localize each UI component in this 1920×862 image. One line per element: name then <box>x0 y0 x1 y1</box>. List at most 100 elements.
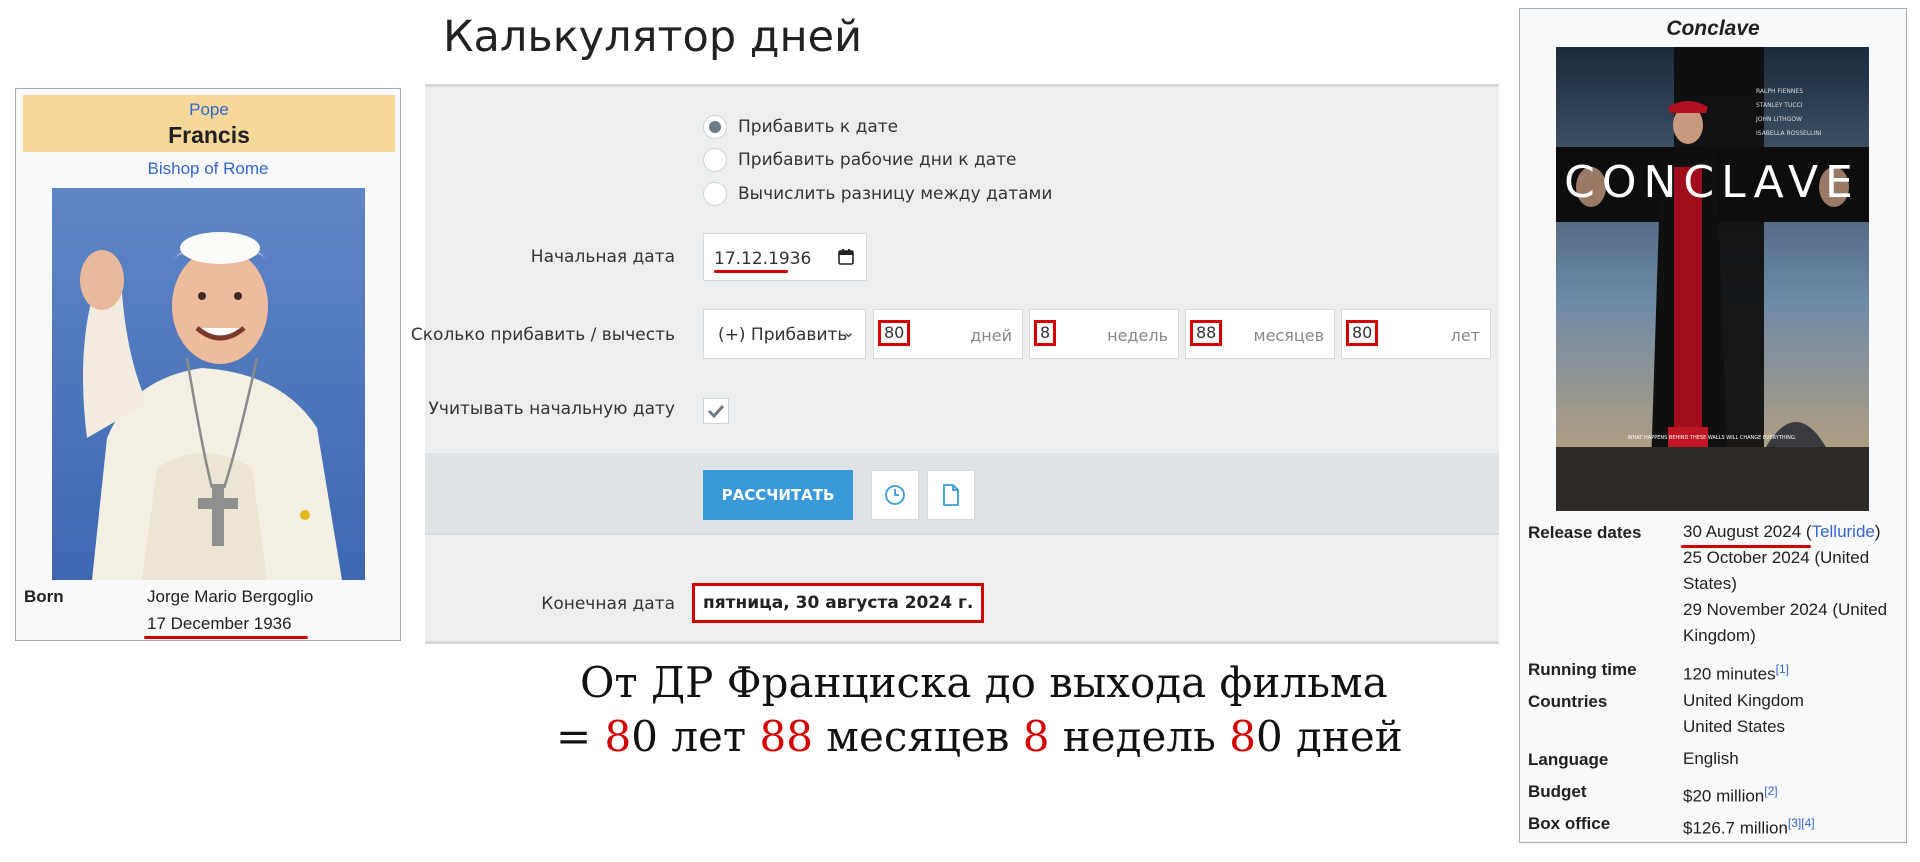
history-button[interactable] <box>871 470 919 520</box>
pope-see-link[interactable]: Bishop of Rome <box>16 159 400 179</box>
caption-line-1: От ДР Франциска до выхода фильма <box>580 658 1388 707</box>
born-name: Jorge Mario Bergoglio <box>147 587 314 606</box>
release-dates-label: Release dates <box>1528 523 1642 542</box>
chevron-down-icon: ⌄ <box>842 323 855 341</box>
reference-link[interactable]: [3][4] <box>1788 816 1815 830</box>
release-date-underline <box>1681 545 1811 548</box>
born-date-underline <box>144 636 308 639</box>
caption-line-2: = 80 лет 88 месяцев 8 недель 80 дней <box>556 712 1403 761</box>
country-item: United Kingdom <box>1683 691 1804 710</box>
poster-cast: STANLEY TUCCI <box>1756 102 1803 109</box>
export-button[interactable] <box>927 470 975 520</box>
start-date-input[interactable]: 17.12.1936 <box>703 233 867 281</box>
caption-part: 0 дней <box>1255 712 1403 761</box>
caption-digit-highlight: 88 <box>759 712 813 761</box>
country-item: United States <box>1683 717 1786 736</box>
pope-portrait-image <box>52 188 365 580</box>
days-field[interactable]: 80 дней <box>873 309 1023 359</box>
poster-title: CONCLAVE <box>1564 157 1860 208</box>
years-value: 80 <box>1346 320 1379 346</box>
born-date: 17 December 1936 <box>147 614 292 633</box>
mode-label: Прибавить рабочие дни к дате <box>738 150 1017 170</box>
pope-office-link[interactable]: Pope <box>23 95 395 120</box>
box-office-label: Box office <box>1528 814 1611 833</box>
film-infobox: Conclave CONCLAVE RALPH FIENNES STANLEY … <box>1519 8 1907 843</box>
divider <box>425 533 1499 535</box>
action-bar: РАССЧИТАТЬ <box>425 453 1499 533</box>
months-value: 88 <box>1190 320 1223 346</box>
caption-digit-highlight: 8 <box>604 712 632 761</box>
poster-cast: ISABELLA ROSSELLINI <box>1756 130 1822 137</box>
mode-label: Вычислить разницу между датами <box>738 184 1053 204</box>
countries-label: Countries <box>1528 692 1608 711</box>
mode-option-add-to-date[interactable]: Прибавить к дате <box>703 114 898 140</box>
caption-digit-highlight: 8 <box>1229 712 1256 761</box>
operation-select[interactable]: (+) Прибавить ⌄ <box>703 309 866 359</box>
radio-icon[interactable] <box>703 182 727 206</box>
calculate-button[interactable]: РАССЧИТАТЬ <box>703 470 853 520</box>
countries-value: United Kingdom United States <box>1683 688 1804 740</box>
radio-selected-icon[interactable] <box>703 115 727 139</box>
caption-part: недель <box>1049 712 1230 761</box>
pope-infobox-header: Pope Francis <box>23 95 395 152</box>
running-time-value: 120 minutes[1] <box>1683 656 1789 688</box>
budget-label: Budget <box>1528 782 1587 801</box>
release-dates-value: 30 August 2024 (Telluride) 25 October 20… <box>1683 522 1888 645</box>
budget-text: $20 million <box>1683 786 1765 806</box>
caption-part: месяцев <box>812 712 1023 761</box>
include-start-label: Учитывать начальную дату <box>428 399 675 419</box>
document-icon <box>943 484 959 506</box>
caption-digit-highlight: 8 <box>1022 712 1050 761</box>
box-office-value: $126.7 million[3][4] <box>1683 810 1815 842</box>
poster-cast: RALPH FIENNES <box>1756 88 1803 95</box>
reference-link[interactable]: [1] <box>1776 662 1789 676</box>
poster-cast: JOHN LITHGOW <box>1755 116 1802 123</box>
language-value: English <box>1683 749 1739 768</box>
film-poster-image: CONCLAVE RALPH FIENNES STANLEY TUCCI JOH… <box>1556 47 1869 511</box>
language-label: Language <box>1528 750 1609 769</box>
poster-tagline: WHAT HAPPENS BEHIND THESE WALLS WILL CHA… <box>1628 435 1797 441</box>
budget-value: $20 million[2] <box>1683 778 1778 810</box>
days-unit: дней <box>970 326 1012 345</box>
born-label: Born <box>24 587 64 606</box>
calculator-title: Калькулятор дней <box>443 12 863 62</box>
mode-option-add-workdays[interactable]: Прибавить рабочие дни к дате <box>703 147 1017 173</box>
start-date-value: 17.12.1936 <box>714 249 812 269</box>
film-title: Conclave <box>1666 17 1760 40</box>
divider <box>425 641 1499 644</box>
operation-value: (+) Прибавить <box>718 325 848 345</box>
mode-label: Прибавить к дате <box>738 117 899 137</box>
include-start-checkbox[interactable] <box>703 398 729 424</box>
radio-icon[interactable] <box>703 148 727 172</box>
pope-name: Francis <box>168 122 250 148</box>
mode-option-date-difference[interactable]: Вычислить разницу между датами <box>703 181 1052 207</box>
weeks-unit: недель <box>1107 326 1168 345</box>
days-value: 80 <box>878 320 911 346</box>
months-unit: месяцев <box>1253 326 1325 345</box>
start-date-underline <box>714 270 788 273</box>
caption-part: 0 лет <box>631 712 760 761</box>
caption-part: = <box>556 712 605 761</box>
release-date-uk: 29 November 2024 (United Kingdom) <box>1683 600 1888 645</box>
reference-link[interactable]: [2] <box>1764 784 1777 798</box>
checkmark-icon <box>707 404 725 419</box>
pope-infobox: Pope Francis Bishop of Rome Born Jorge M… <box>15 88 401 641</box>
end-date-label: Конечная дата <box>541 594 675 614</box>
clock-icon <box>885 485 905 505</box>
running-time-label: Running time <box>1528 660 1637 679</box>
years-unit: лет <box>1450 326 1480 345</box>
start-date-label: Начальная дата <box>530 247 675 267</box>
end-date-result: пятница, 30 августа 2024 г. <box>692 583 985 623</box>
release-date-telluride: 30 August 2024 <box>1683 522 1802 541</box>
weeks-field[interactable]: 8 недель <box>1029 309 1179 359</box>
release-date-us: 25 October 2024 (United States) <box>1683 548 1870 593</box>
box-office-text: $126.7 million <box>1683 818 1788 838</box>
amount-label: Сколько прибавить / вычесть <box>410 325 675 345</box>
years-field[interactable]: 80 лет <box>1341 309 1491 359</box>
running-time-text: 120 minutes <box>1683 664 1776 684</box>
calendar-icon[interactable] <box>838 249 854 265</box>
weeks-value: 8 <box>1034 320 1057 346</box>
months-field[interactable]: 88 месяцев <box>1185 309 1335 359</box>
telluride-link[interactable]: Telluride <box>1812 522 1875 541</box>
calculator-panel: Прибавить к дате Прибавить рабочие дни к… <box>411 84 1499 644</box>
